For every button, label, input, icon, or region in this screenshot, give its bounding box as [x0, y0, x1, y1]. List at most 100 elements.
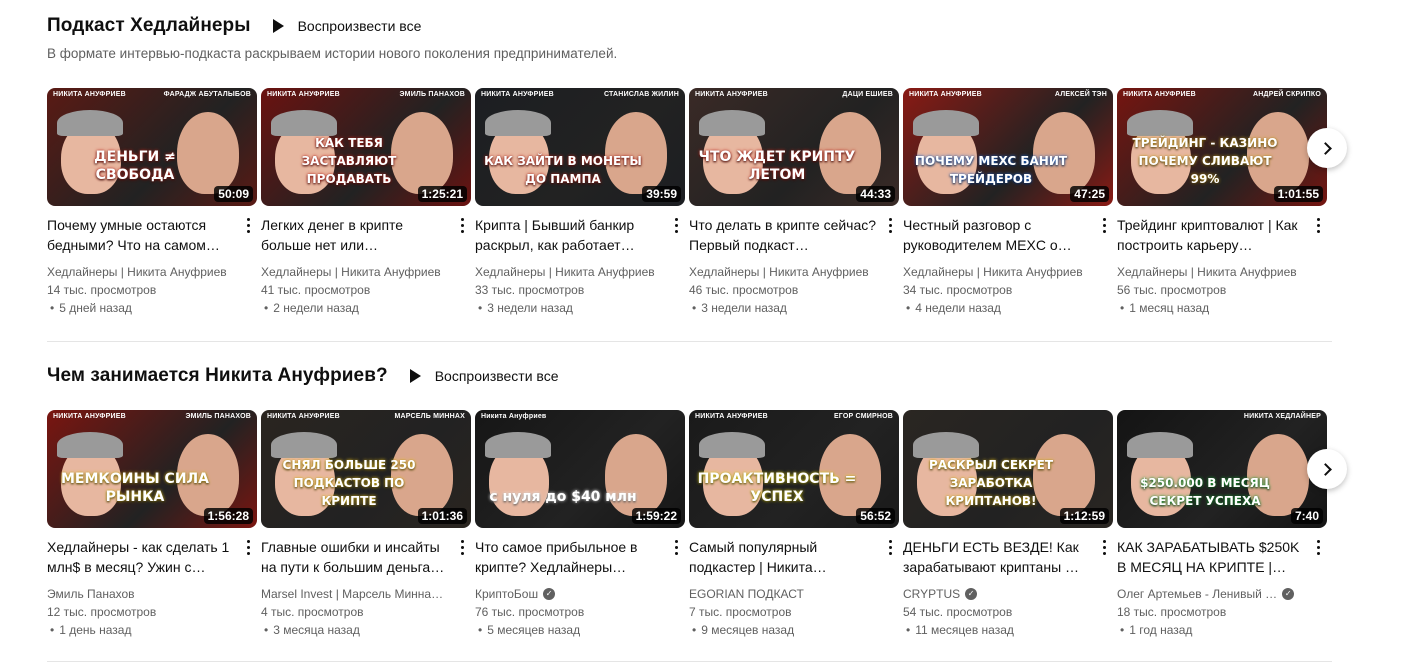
upload-age: 1 день назад [47, 621, 235, 639]
channel-link[interactable]: Олег Артемьев - Ленивый … ✓ [1117, 585, 1305, 603]
video-title[interactable]: ДЕНЬГИ ЕСТЬ ВЕЗДЕ! Как зарабатывают крип… [903, 537, 1091, 577]
video-title[interactable]: Что делать в крипте сейчас? Первый подка… [689, 215, 877, 255]
more-vert-icon[interactable] [669, 537, 683, 557]
video-title[interactable]: Хедлайнеры - как сделать 1 млн$ в месяц?… [47, 537, 235, 577]
more-vert-icon[interactable] [1097, 537, 1111, 557]
more-vert-icon[interactable] [455, 215, 469, 235]
video-row: НИКИТА АНУФРИЕВ ЭМИЛЬ ПАНАХОВ МЕМКОИНЫ С… [47, 410, 1327, 639]
play-icon [409, 369, 421, 383]
channel-link[interactable]: EGORIAN ПОДКАСТ [689, 585, 877, 603]
video-title[interactable]: КАК ЗАРАБАТЫВАТЬ $250K В МЕСЯЦ НА КРИПТЕ… [1117, 537, 1305, 577]
thumbnail-name-left: НИКИТА АНУФРИЕВ [267, 91, 340, 98]
channel-link[interactable]: Marsel Invest | Марсель Миннах… [261, 585, 449, 603]
shelf-title[interactable]: Подкаст Хедлайнеры [47, 15, 251, 37]
channel-name: CRYPTUS [903, 587, 961, 601]
channel-name: EGORIAN ПОДКАСТ [689, 587, 804, 601]
video-meta: Почему умные остаются бедными? Что на са… [47, 215, 257, 317]
video-thumbnail[interactable]: НИКИТА АНУФРИЕВ ФАРАДЖ АБУТАЛЫБОВ ДЕНЬГИ… [47, 88, 257, 206]
thumbnail-headline: ТРЕЙДИНГ - КАЗИНО ПОЧЕМУ СЛИВАЮТ 99% [1132, 136, 1278, 186]
video-thumbnail[interactable]: Никита Ануфриев с нуля до $40 млн 1:59:2… [475, 410, 685, 528]
channel-link[interactable]: Эмиль Панахов [47, 585, 235, 603]
thumbnail-name-right: ЕГОР СМИРНОВ [833, 413, 893, 420]
thumbnail-name-left: НИКИТА АНУФРИЕВ [909, 91, 982, 98]
video-card[interactable]: РАСКРЫЛ СЕКРЕТ ЗАРАБОТКА КРИПТАНОВ! 1:12… [903, 410, 1113, 639]
video-card[interactable]: Никита Ануфриев с нуля до $40 млн 1:59:2… [475, 410, 685, 639]
thumbnail-name-left: НИКИТА АНУФРИЕВ [695, 91, 768, 98]
thumbnail-headline: с нуля до $40 млн [489, 489, 637, 505]
play-all-button[interactable]: Воспроизвести все [272, 18, 421, 34]
shelf-title[interactable]: Чем занимается Никита Ануфриев? [47, 365, 388, 387]
video-card[interactable]: НИКИТА АНУФРИЕВ АЛЕКСЕЙ ТЭН ПОЧЕМУ MEXC … [903, 88, 1113, 317]
scroll-next-button[interactable] [1307, 449, 1347, 489]
more-vert-icon[interactable] [455, 537, 469, 557]
cap-image [57, 110, 123, 136]
channel-link[interactable]: КриптоБош ✓ [475, 585, 663, 603]
view-count: 18 тыс. просмотров [1117, 605, 1227, 619]
view-count: 56 тыс. просмотров [1117, 283, 1227, 297]
more-vert-icon[interactable] [669, 215, 683, 235]
video-thumbnail[interactable]: НИКИТА АНУФРИЕВ ЭМИЛЬ ПАНАХОВ МЕМКОИНЫ С… [47, 410, 257, 528]
video-thumbnail[interactable]: НИКИТА АНУФРИЕВ ЕГОР СМИРНОВ ПРОАКТИВНОС… [689, 410, 899, 528]
channel-link[interactable]: Хедлайнеры | Никита Ануфриев [903, 263, 1091, 281]
channel-link[interactable]: Хедлайнеры | Никита Ануфриев [475, 263, 663, 281]
video-card[interactable]: НИКИТА АНУФРИЕВ ДАЦИ ЕШИЕВ ЧТО ЖДЕТ КРИП… [689, 88, 899, 317]
video-title[interactable]: Честный разговор с руководителем MEXC о… [903, 215, 1091, 255]
thumbnail-headline: $250.000 В МЕСЯЦ СЕКРЕТ УСПЕХА [1140, 476, 1270, 508]
video-thumbnail[interactable]: НИКИТА АНУФРИЕВ ДАЦИ ЕШИЕВ ЧТО ЖДЕТ КРИП… [689, 88, 899, 206]
more-vert-icon[interactable] [1311, 215, 1325, 235]
video-title[interactable]: Самый популярный подкастер | Никита… [689, 537, 877, 577]
more-vert-icon[interactable] [1311, 537, 1325, 557]
more-vert-icon[interactable] [883, 537, 897, 557]
video-row: НИКИТА АНУФРИЕВ ФАРАДЖ АБУТАЛЫБОВ ДЕНЬГИ… [47, 88, 1327, 317]
more-vert-icon[interactable] [883, 215, 897, 235]
cap-image [57, 432, 123, 458]
channel-link[interactable]: CRYPTUS ✓ [903, 585, 1091, 603]
video-card[interactable]: НИКИТА АНУФРИЕВ ЭМИЛЬ ПАНАХОВ МЕМКОИНЫ С… [47, 410, 257, 639]
play-all-button[interactable]: Воспроизвести все [409, 368, 559, 384]
thumbnail-name-left: НИКИТА АНУФРИЕВ [53, 413, 126, 420]
channel-link[interactable]: Хедлайнеры | Никита Ануфриев [261, 263, 449, 281]
video-thumbnail[interactable]: НИКИТА ХЕДЛАЙНЕР $250.000 В МЕСЯЦ СЕКРЕТ… [1117, 410, 1327, 528]
channel-link[interactable]: Хедлайнеры | Никита Ануфриев [1117, 263, 1305, 281]
video-card[interactable]: НИКИТА АНУФРИЕВ АНДРЕЙ СКРИПКО ТРЕЙДИНГ … [1117, 88, 1327, 317]
cap-image [699, 432, 765, 458]
more-vert-icon[interactable] [241, 215, 255, 235]
video-title[interactable]: Легких денег в крипте больше нет или… [261, 215, 449, 255]
video-card[interactable]: НИКИТА АНУФРИЕВ СТАНИСЛАВ ЖИЛИН КАК ЗАЙТ… [475, 88, 685, 317]
thumbnail-name-right: ЭМИЛЬ ПАНАХОВ [185, 413, 251, 420]
video-card[interactable]: НИКИТА ХЕДЛАЙНЕР $250.000 В МЕСЯЦ СЕКРЕТ… [1117, 410, 1327, 639]
more-vert-icon[interactable] [241, 537, 255, 557]
video-title[interactable]: Трейдинг криптовалют | Как построить кар… [1117, 215, 1305, 255]
video-title[interactable]: Главные ошибки и инсайты на пути к больш… [261, 537, 449, 577]
shelf-divider [47, 341, 1332, 342]
video-title[interactable]: Почему умные остаются бедными? Что на са… [47, 215, 235, 255]
view-count: 41 тыс. просмотров [261, 283, 371, 297]
cap-image [485, 110, 551, 136]
thumbnail-headline: ПРОАКТИВНОСТЬ = УСПЕХ [697, 471, 857, 505]
video-card[interactable]: НИКИТА АНУФРИЕВ МАРСЕЛЬ МИННАХ СНЯЛ БОЛЬ… [261, 410, 471, 639]
upload-age: 3 месяца назад [261, 621, 449, 639]
video-title[interactable]: Крипта | Бывший банкир раскрыл, как рабо… [475, 215, 663, 255]
view-count: 12 тыс. просмотров [47, 605, 157, 619]
more-vert-icon[interactable] [1097, 215, 1111, 235]
video-title[interactable]: Что самое прибыльное в крипте? Хедлайнер… [475, 537, 663, 577]
video-meta: Хедлайнеры - как сделать 1 млн$ в месяц?… [47, 537, 257, 639]
video-thumbnail[interactable]: НИКИТА АНУФРИЕВ СТАНИСЛАВ ЖИЛИН КАК ЗАЙТ… [475, 88, 685, 206]
video-thumbnail[interactable]: НИКИТА АНУФРИЕВ АЛЕКСЕЙ ТЭН ПОЧЕМУ MEXC … [903, 88, 1113, 206]
upload-age: 1 год назад [1117, 621, 1305, 639]
video-meta: Главные ошибки и инсайты на пути к больш… [261, 537, 471, 639]
video-card[interactable]: НИКИТА АНУФРИЕВ ЭМИЛЬ ПАНАХОВ КАК ТЕБЯ З… [261, 88, 471, 317]
view-count: 54 тыс. просмотров [903, 605, 1013, 619]
channel-link[interactable]: Хедлайнеры | Никита Ануфриев [689, 263, 877, 281]
video-card[interactable]: НИКИТА АНУФРИЕВ ЕГОР СМИРНОВ ПРОАКТИВНОС… [689, 410, 899, 639]
shelf-headliners-podcast: Подкаст Хедлайнеры Воспроизвести все В ф… [47, 0, 1332, 315]
video-thumbnail[interactable]: РАСКРЫЛ СЕКРЕТ ЗАРАБОТКА КРИПТАНОВ! 1:12… [903, 410, 1113, 528]
scroll-next-button[interactable] [1307, 128, 1347, 168]
thumbnail-name-left: НИКИТА АНУФРИЕВ [53, 91, 126, 98]
video-thumbnail[interactable]: НИКИТА АНУФРИЕВ ЭМИЛЬ ПАНАХОВ КАК ТЕБЯ З… [261, 88, 471, 206]
video-card[interactable]: НИКИТА АНУФРИЕВ ФАРАДЖ АБУТАЛЫБОВ ДЕНЬГИ… [47, 88, 257, 317]
video-thumbnail[interactable]: НИКИТА АНУФРИЕВ АНДРЕЙ СКРИПКО ТРЕЙДИНГ … [1117, 88, 1327, 206]
channel-link[interactable]: Хедлайнеры | Никита Ануфриев [47, 263, 235, 281]
video-thumbnail[interactable]: НИКИТА АНУФРИЕВ МАРСЕЛЬ МИННАХ СНЯЛ БОЛЬ… [261, 410, 471, 528]
thumbnail-name-right: НИКИТА ХЕДЛАЙНЕР [1243, 413, 1321, 420]
